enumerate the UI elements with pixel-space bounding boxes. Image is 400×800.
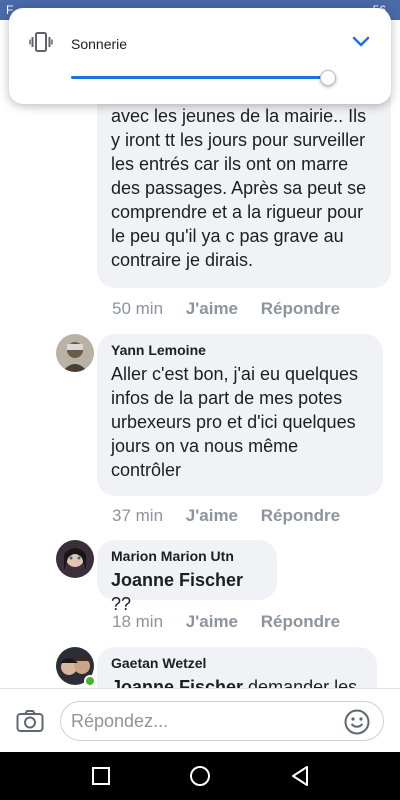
comment-time: 18 min — [112, 612, 164, 631]
comment-author[interactable]: Marion Marion Utn — [111, 548, 263, 564]
like-button[interactable]: J'aime — [186, 506, 238, 525]
comment-text: Aller c'est bon, j'ai eu quelques infos … — [111, 364, 359, 480]
mention-link[interactable]: Joanne Fischer — [111, 570, 243, 590]
circle-icon[interactable] — [188, 764, 212, 788]
camera-icon[interactable] — [16, 709, 44, 733]
comment-bubble: avec les jeunes de la mairie.. Ils y iro… — [97, 80, 391, 288]
comment-bubble: Marion Marion Utn Joanne Fischer ?? — [97, 540, 277, 614]
comment-author[interactable]: Yann Lemoine — [111, 342, 369, 358]
comment-thread: avec les jeunes de la mairie.. Ils y iro… — [0, 20, 400, 688]
comment-text: Joanne Fischer demander les — [111, 675, 363, 688]
slider-thumb[interactable] — [319, 70, 336, 86]
comment-text-tail: ?? — [111, 594, 132, 614]
system-nav-bar — [0, 752, 400, 800]
reply-composer — [0, 688, 400, 752]
avatar[interactable] — [56, 540, 94, 578]
reply-button[interactable]: Répondre — [261, 612, 340, 631]
comment-text-tail: demander les — [243, 677, 358, 688]
comment-meta: 18 min J'aime Répondre — [112, 612, 358, 632]
avatar[interactable] — [56, 334, 94, 372]
volume-stream-label: Sonnerie — [71, 36, 128, 52]
slider-fill — [71, 76, 328, 79]
vibrate-icon[interactable] — [29, 30, 53, 54]
reply-button[interactable]: Répondre — [261, 299, 340, 318]
smiley-icon[interactable] — [344, 709, 370, 735]
triangle-back-icon[interactable] — [288, 764, 312, 788]
volume-panel: Sonnerie — [9, 8, 391, 104]
like-button[interactable]: J'aime — [186, 299, 238, 318]
chevron-down-icon[interactable] — [350, 32, 372, 52]
volume-slider[interactable] — [71, 70, 336, 86]
online-indicator — [84, 675, 96, 687]
mention-link[interactable]: Joanne Fischer — [111, 677, 243, 688]
comment-author[interactable]: Gaetan Wetzel — [111, 655, 363, 671]
avatar-photo — [56, 540, 94, 578]
comment-text: Joanne Fischer ?? — [111, 568, 263, 616]
comment-time: 50 min — [112, 299, 164, 318]
comment-bubble: Yann Lemoine Aller c'est bon, j'ai eu qu… — [97, 334, 383, 496]
square-icon[interactable] — [89, 764, 113, 788]
comment-time: 37 min — [112, 506, 164, 525]
comment-text: avec les jeunes de la mairie.. Ils y iro… — [111, 106, 367, 270]
like-button[interactable]: J'aime — [186, 612, 238, 631]
comment-meta: 50 min J'aime Répondre — [112, 299, 358, 319]
reply-input[interactable] — [60, 701, 384, 741]
comment-bubble: Gaetan Wetzel Joanne Fischer demander le… — [97, 647, 377, 688]
comment-meta: 37 min J'aime Répondre — [112, 506, 358, 526]
reply-button[interactable]: Répondre — [261, 506, 340, 525]
avatar-photo — [56, 334, 94, 372]
